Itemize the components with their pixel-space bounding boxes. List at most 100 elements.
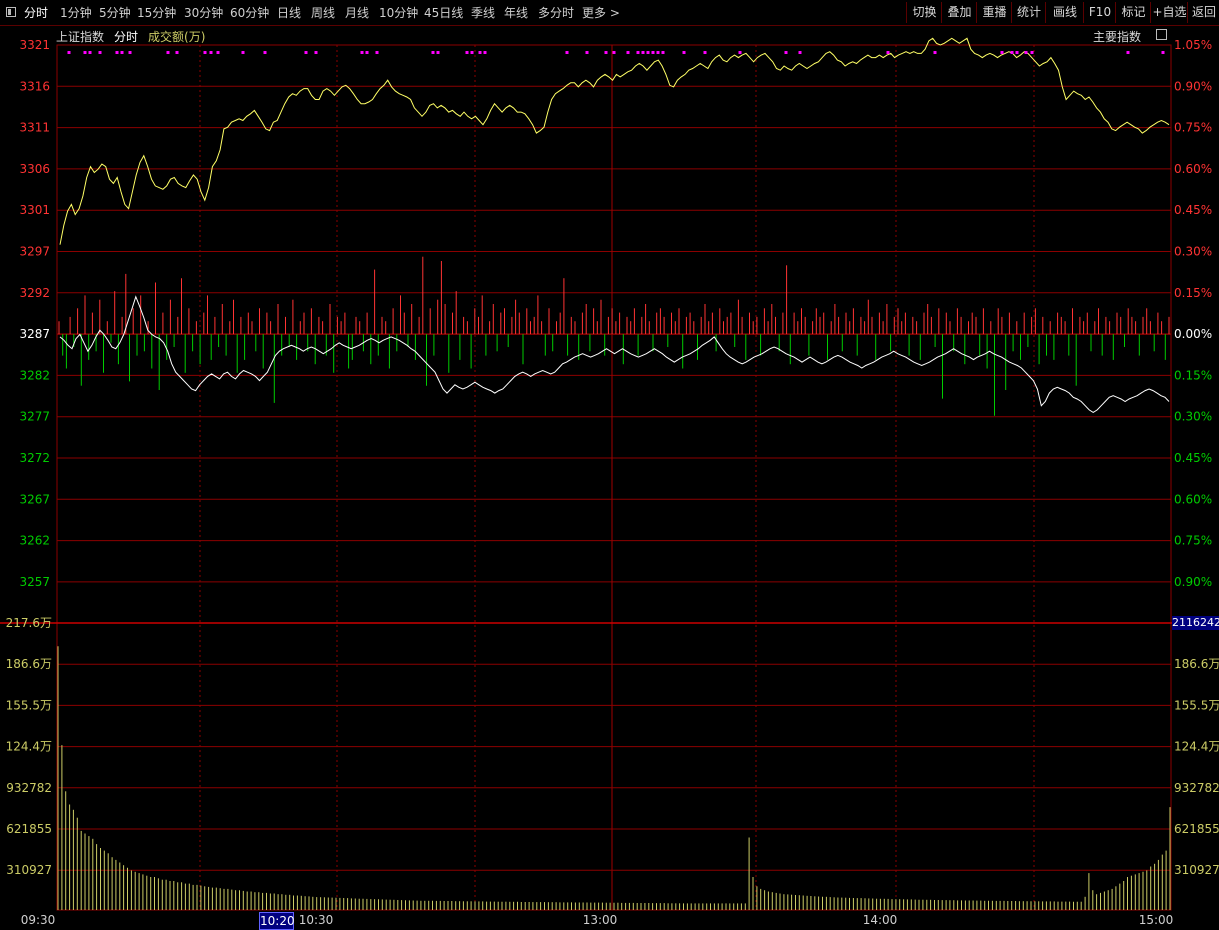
signal-marker <box>1000 51 1004 54</box>
volume-tick-label: 186.6万 <box>6 657 52 671</box>
signal-marker <box>67 51 71 54</box>
signal-marker <box>465 51 469 54</box>
signal-marker <box>470 51 474 54</box>
time-tick-label: 09:30 <box>21 913 56 927</box>
volume-tick-label: 155.5万 <box>6 698 52 712</box>
signal-marker <box>175 51 179 54</box>
signal-marker <box>98 51 102 54</box>
volume-tick-label-right: 186.6万 <box>1174 657 1219 671</box>
pct-tick-label: 0.60% <box>1174 162 1212 176</box>
pct-tick-label: 0.00% <box>1174 327 1212 341</box>
signal-marker <box>216 51 220 54</box>
pct-tick-label: 0.75% <box>1174 534 1212 548</box>
signal-marker <box>1010 51 1014 54</box>
volume-tick-label-right: 155.5万 <box>1174 698 1219 712</box>
highlighted-time-badge: 10:20 <box>259 912 295 930</box>
price-tick-label: 3262 <box>19 534 50 548</box>
signal-marker <box>641 51 645 54</box>
signal-marker <box>646 51 650 54</box>
signal-marker <box>1030 51 1034 54</box>
price-tick-label: 3297 <box>19 245 50 259</box>
signal-marker <box>703 51 707 54</box>
signal-marker <box>314 51 318 54</box>
signal-marker <box>88 51 92 54</box>
volume-tick-label: 621855 <box>6 822 52 836</box>
intraday-chart: 3321 3316 3311 3306 3301 3297 3292 3287 3282 3277… <box>0 37 1219 927</box>
price-tick-label: 3267 <box>19 492 50 506</box>
volume-last-badge: 2116242 <box>1172 616 1219 630</box>
pct-tick-label: 1.05% <box>1174 38 1212 52</box>
signal-marker <box>656 51 660 54</box>
signal-marker <box>933 51 937 54</box>
signal-marker <box>1015 51 1019 54</box>
signal-marker <box>304 51 308 54</box>
pct-tick-label: 0.30% <box>1174 245 1212 259</box>
price-tick-label: 3306 <box>19 162 50 176</box>
price-tick-label: 3292 <box>19 286 50 300</box>
signal-marker <box>203 51 207 54</box>
price-tick-label: 3301 <box>19 203 50 217</box>
signal-marker <box>483 51 487 54</box>
time-tick-label: 15:00 <box>1139 913 1174 927</box>
volume-tick-label: 932782 <box>6 781 52 795</box>
signal-marker <box>1126 51 1130 54</box>
price-tick-label: 3287 <box>19 327 50 341</box>
signal-marker <box>360 51 364 54</box>
volume-tick-label-right: 310927 <box>1174 863 1219 877</box>
pct-tick-label: 0.15% <box>1174 286 1212 300</box>
volume-tick-label: 124.4万 <box>6 740 52 754</box>
pct-tick-label: 0.15% <box>1174 368 1212 382</box>
signal-marker <box>636 51 640 54</box>
signal-marker <box>612 51 616 54</box>
signal-marker <box>263 51 267 54</box>
volume-tick-label-right: 124.4万 <box>1174 740 1219 754</box>
time-tick-label: 10:30 <box>299 913 334 927</box>
price-tick-label: 3316 <box>19 79 50 93</box>
pct-tick-label: 0.45% <box>1174 451 1212 465</box>
signal-marker <box>128 51 132 54</box>
signal-marker <box>585 51 589 54</box>
price-tick-label: 3277 <box>19 410 50 424</box>
price-tick-label: 3311 <box>19 121 50 135</box>
time-tick-label: 14:00 <box>863 913 898 927</box>
pct-tick-label: 0.90% <box>1174 79 1212 93</box>
pct-tick-label: 0.60% <box>1174 492 1212 506</box>
signal-marker <box>565 51 569 54</box>
volume-tick-label-right: 932782 <box>1174 781 1219 795</box>
price-line <box>59 37 1170 245</box>
price-tick-label: 3321 <box>19 38 50 52</box>
signal-marker <box>886 51 890 54</box>
price-tick-label: 3272 <box>19 451 50 465</box>
plot-frame <box>56 44 1172 911</box>
volume-tick-label: 310927 <box>6 863 52 877</box>
signal-marker <box>651 51 655 54</box>
signal-marker <box>209 51 213 54</box>
signal-marker <box>436 51 440 54</box>
signal-marker <box>626 51 630 54</box>
signal-marker <box>115 51 119 54</box>
signal-marker <box>1161 51 1165 54</box>
signal-marker <box>120 51 124 54</box>
pct-tick-label: 0.45% <box>1174 203 1212 217</box>
signal-marker <box>431 51 435 54</box>
signal-marker <box>166 51 170 54</box>
pct-tick-label: 0.75% <box>1174 121 1212 135</box>
signal-marker <box>604 51 608 54</box>
volume-tick-label: 217.6万 <box>6 616 52 630</box>
signal-marker <box>375 51 379 54</box>
signal-marker <box>682 51 686 54</box>
signal-marker <box>738 51 742 54</box>
pct-tick-label: 0.90% <box>1174 575 1212 589</box>
time-tick-label: 13:00 <box>583 913 618 927</box>
signal-marker <box>83 51 87 54</box>
signal-marker <box>798 51 802 54</box>
signal-marker <box>784 51 788 54</box>
signal-marker <box>661 51 665 54</box>
price-tick-label: 3282 <box>19 368 50 382</box>
pct-tick-label: 0.30% <box>1174 410 1212 424</box>
volume-tick-label-right: 621855 <box>1174 822 1219 836</box>
signal-marker <box>365 51 369 54</box>
signal-marker <box>478 51 482 54</box>
signal-marker <box>1024 51 1028 54</box>
signal-marker <box>241 51 245 54</box>
